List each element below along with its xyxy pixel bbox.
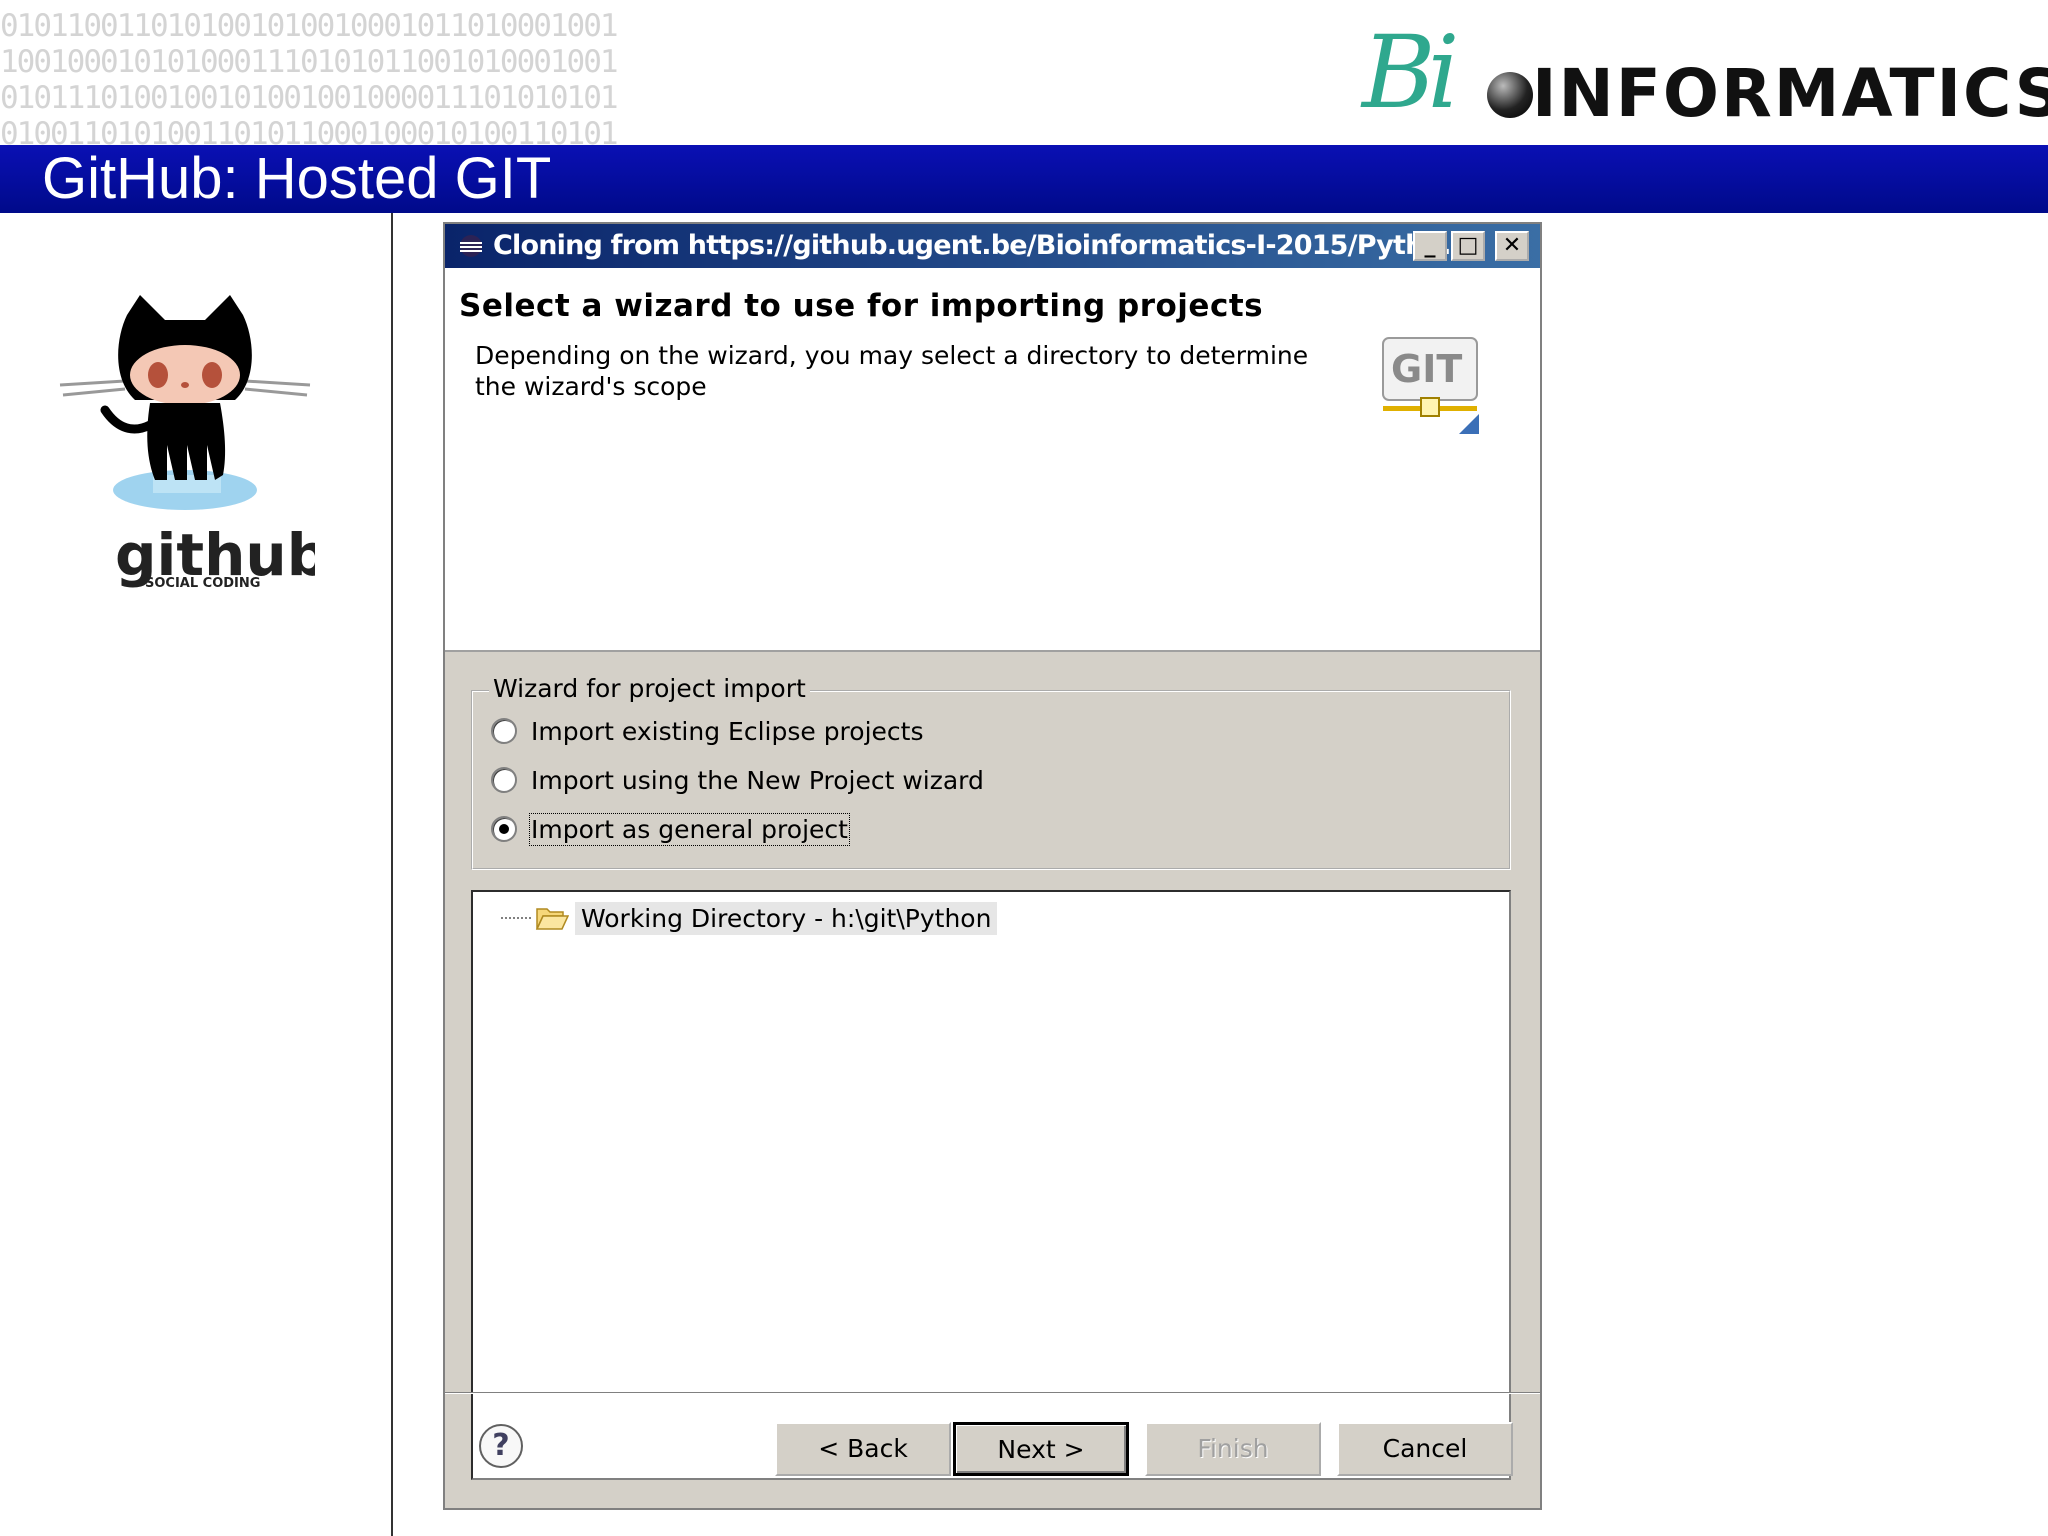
logo-prefix: Bi: [1362, 14, 1460, 131]
wizard-title: Select a wizard to use for importing pro…: [459, 288, 1264, 324]
octocat-logo: github SOCIAL CODING: [59, 295, 315, 591]
folder-open-icon: [535, 908, 569, 930]
import-wizard-dialog: Cloning from https://github.ugent.be/Bio…: [443, 222, 1542, 1510]
tree-item-label: Working Directory - h:\git\Python: [575, 901, 998, 935]
slide-title: GitHub: Hosted GIT: [42, 146, 552, 211]
back-button[interactable]: < Back: [775, 1422, 951, 1476]
git-banner-text: GIT: [1391, 347, 1462, 391]
wizard-description: Depending on the wizard, you may select …: [475, 341, 1309, 401]
bioinformatics-logo: Bi INFORMATICS: [1362, 14, 2048, 132]
git-banner-icon: GIT: [1382, 337, 1479, 434]
slide-title-bar: GitHub: Hosted GIT: [0, 145, 2048, 213]
window-title: Cloning from https://github.ugent.be/Bio…: [493, 230, 1453, 261]
close-button[interactable]: ✕: [1495, 231, 1529, 261]
radio-button-selected[interactable]: [491, 816, 517, 842]
maximize-button[interactable]: □: [1451, 231, 1485, 261]
next-button[interactable]: Next >: [953, 1422, 1129, 1476]
option-import-existing[interactable]: Import existing Eclipse projects: [491, 714, 923, 748]
tree-item[interactable]: Working Directory - h:\git\Python: [501, 898, 998, 938]
option-new-project-wizard[interactable]: Import using the New Project wizard: [491, 763, 984, 797]
logo-text: INFORMATICS: [1532, 55, 2048, 132]
wizard-header: Select a wizard to use for importing pro…: [445, 268, 1540, 652]
option-label: Import existing Eclipse projects: [531, 716, 924, 746]
help-icon[interactable]: ?: [479, 1424, 523, 1468]
button-separator: [445, 1392, 1540, 1394]
option-label: Import as general project: [529, 812, 850, 846]
radio-button[interactable]: [491, 767, 517, 793]
tree-connector: [501, 917, 531, 919]
eclipse-icon: [460, 235, 482, 257]
radio-button[interactable]: [491, 718, 517, 744]
binary-background: 0101100110101001010010001011010001001 100…: [0, 8, 619, 152]
divider-line: [391, 213, 393, 1536]
window-titlebar[interactable]: Cloning from https://github.ugent.be/Bio…: [445, 224, 1540, 268]
wizard-group: Wizard for project import Import existin…: [471, 674, 1511, 870]
logo-ball-icon: [1487, 72, 1533, 118]
option-general-project[interactable]: Import as general project: [491, 812, 850, 846]
option-label: Import using the New Project wizard: [531, 765, 984, 795]
cancel-button[interactable]: Cancel: [1337, 1422, 1513, 1476]
group-label: Wizard for project import: [489, 674, 810, 703]
minimize-button[interactable]: _: [1413, 231, 1447, 261]
finish-button: Finish: [1145, 1422, 1321, 1476]
octocat-tagline: SOCIAL CODING: [145, 576, 260, 591]
